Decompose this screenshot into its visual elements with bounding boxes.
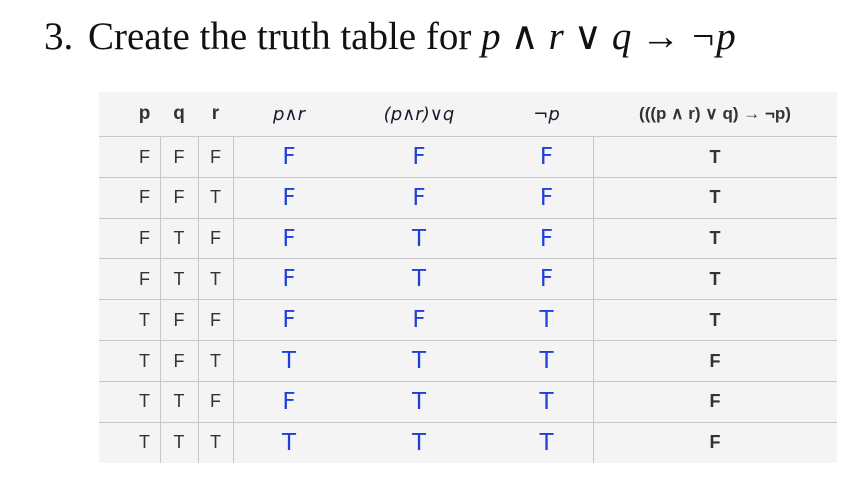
- cell-not-p: F: [539, 144, 554, 170]
- cell-r: T: [210, 187, 221, 208]
- cell-p-and-r-or-q: F: [412, 184, 426, 211]
- cell-p-and-r-or-q: T: [411, 266, 427, 293]
- cell-result: T: [709, 268, 721, 289]
- cell-p-and-r-or-q: T: [411, 225, 427, 252]
- cell-p: F: [139, 146, 150, 167]
- table-row: FTFFTFT: [99, 217, 837, 259]
- header-not-p: ¬p: [533, 103, 560, 125]
- cell-p: T: [139, 309, 150, 330]
- cell-r: F: [210, 146, 221, 167]
- cell-result: T: [709, 309, 721, 330]
- cell-not-p: T: [539, 429, 554, 456]
- table-row: TTFFTTF: [99, 380, 837, 422]
- table-row: TFFFFTT: [99, 299, 837, 340]
- column-divider: [198, 136, 199, 463]
- table-row: FFTFFFT: [99, 176, 837, 218]
- cell-not-p: T: [539, 388, 554, 415]
- table-row: TFTTTTF: [99, 340, 837, 381]
- cell-result: F: [709, 391, 721, 412]
- header-q: q: [173, 103, 185, 124]
- cell-r: T: [210, 268, 221, 289]
- table-row: TTTTTTF: [99, 421, 837, 463]
- column-divider: [233, 136, 234, 463]
- truth-table: p q r p∧r (p∧r)∨q ¬p (((p ∧ r) ∨ q) → ¬p…: [99, 92, 837, 463]
- cell-not-p: T: [539, 348, 554, 374]
- header-p-and-r-or-q: (p∧r)∨q: [383, 103, 455, 125]
- header-result: (((p ∧ r) ∨ q) → ¬p): [639, 104, 791, 123]
- cell-r: F: [210, 391, 221, 412]
- cell-p-and-r-or-q: T: [411, 348, 427, 374]
- cell-result: T: [709, 228, 721, 249]
- cell-q: F: [173, 309, 185, 330]
- header-p: p: [138, 103, 151, 124]
- table-row: FTTFTFT: [99, 258, 837, 299]
- cell-not-p: F: [539, 184, 554, 211]
- cell-q: T: [173, 268, 185, 289]
- cell-r: F: [210, 309, 221, 330]
- cell-not-p: F: [539, 266, 554, 293]
- cell-not-p: F: [539, 225, 554, 252]
- cell-q: F: [173, 146, 185, 167]
- cell-p: T: [139, 350, 150, 371]
- cell-p-and-r-or-q: F: [412, 144, 426, 170]
- cell-p: F: [139, 187, 150, 208]
- cell-r: T: [210, 432, 221, 453]
- header-r: r: [211, 103, 220, 124]
- cell-q: F: [173, 350, 185, 371]
- cell-r: T: [210, 350, 221, 371]
- cell-p-and-r-or-q: T: [411, 388, 427, 415]
- cell-p: T: [139, 391, 150, 412]
- cell-result: T: [709, 187, 721, 208]
- cell-result: F: [709, 432, 721, 453]
- cell-q: T: [173, 228, 185, 249]
- column-divider: [160, 136, 161, 463]
- column-divider: [593, 136, 594, 463]
- cell-p: T: [139, 432, 150, 453]
- cell-not-p: T: [539, 307, 554, 334]
- cell-r: F: [210, 228, 221, 249]
- cell-p: F: [139, 268, 150, 289]
- table-row: FFFFFFT: [99, 136, 837, 177]
- question-expression: p ∧ r ∨ q → ¬p: [481, 15, 736, 58]
- cell-p-and-r-or-q: T: [411, 429, 427, 456]
- cell-result: F: [709, 350, 721, 371]
- question-title: 3. Create the truth table for p ∧ r ∨ q →…: [44, 14, 736, 59]
- cell-result: T: [709, 146, 721, 167]
- cell-p: F: [139, 228, 150, 249]
- question-text: Create the truth table for: [88, 15, 482, 58]
- cell-q: F: [173, 187, 185, 208]
- cell-q: T: [173, 391, 185, 412]
- cell-q: T: [173, 432, 185, 453]
- question-number: 3.: [44, 15, 74, 58]
- cell-p-and-r-or-q: F: [412, 307, 426, 334]
- table-header-row: p q r p∧r (p∧r)∨q ¬p (((p ∧ r) ∨ q) → ¬p…: [99, 92, 837, 136]
